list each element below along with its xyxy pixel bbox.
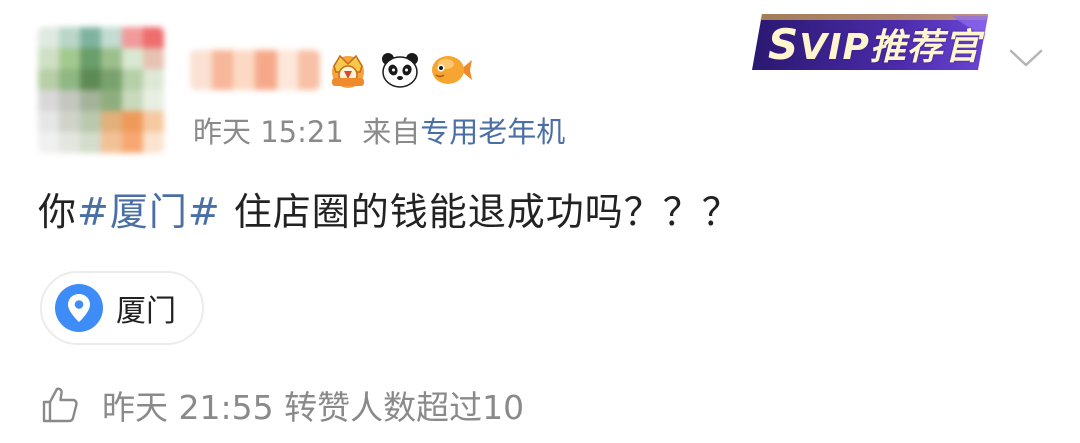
topic-link[interactable]: #厦门# xyxy=(77,190,221,234)
post-footer: 昨天 21:55 转赞人数超过10 xyxy=(40,381,524,429)
post-text-body: 住店圈的钱能退成功吗？？？ xyxy=(220,190,741,234)
post-text-prefix: 你 xyxy=(38,190,78,234)
chevron-down-icon[interactable] xyxy=(1008,46,1044,70)
post-time: 昨天 15:21 xyxy=(193,115,344,149)
panda-badge-icon[interactable] xyxy=(378,48,422,92)
username[interactable] xyxy=(190,50,320,90)
fish-badge-icon[interactable] xyxy=(430,48,474,92)
svip-recommender-badge[interactable]: SVIP推荐官 xyxy=(752,10,992,74)
thumbs-up-icon[interactable] xyxy=(40,385,80,425)
avatar[interactable] xyxy=(38,27,164,153)
post-source-link[interactable]: 专用老年机 xyxy=(420,115,565,149)
location-tag[interactable]: 厦门 xyxy=(40,271,204,345)
location-label: 厦门 xyxy=(116,294,176,329)
post-content: 你#厦门# 住店圈的钱能退成功吗？？？ xyxy=(38,181,741,236)
post-meta: 昨天 15:21 来自专用老年机 xyxy=(193,109,565,151)
location-pin-icon xyxy=(55,284,103,332)
crown-badge-icon[interactable] xyxy=(326,48,370,92)
user-badges xyxy=(326,48,474,92)
footer-text: 昨天 21:55 转赞人数超过10 xyxy=(102,388,525,427)
post-source-prefix: 来自 xyxy=(362,115,421,149)
svip-label: SVIP推荐官 xyxy=(768,20,981,69)
